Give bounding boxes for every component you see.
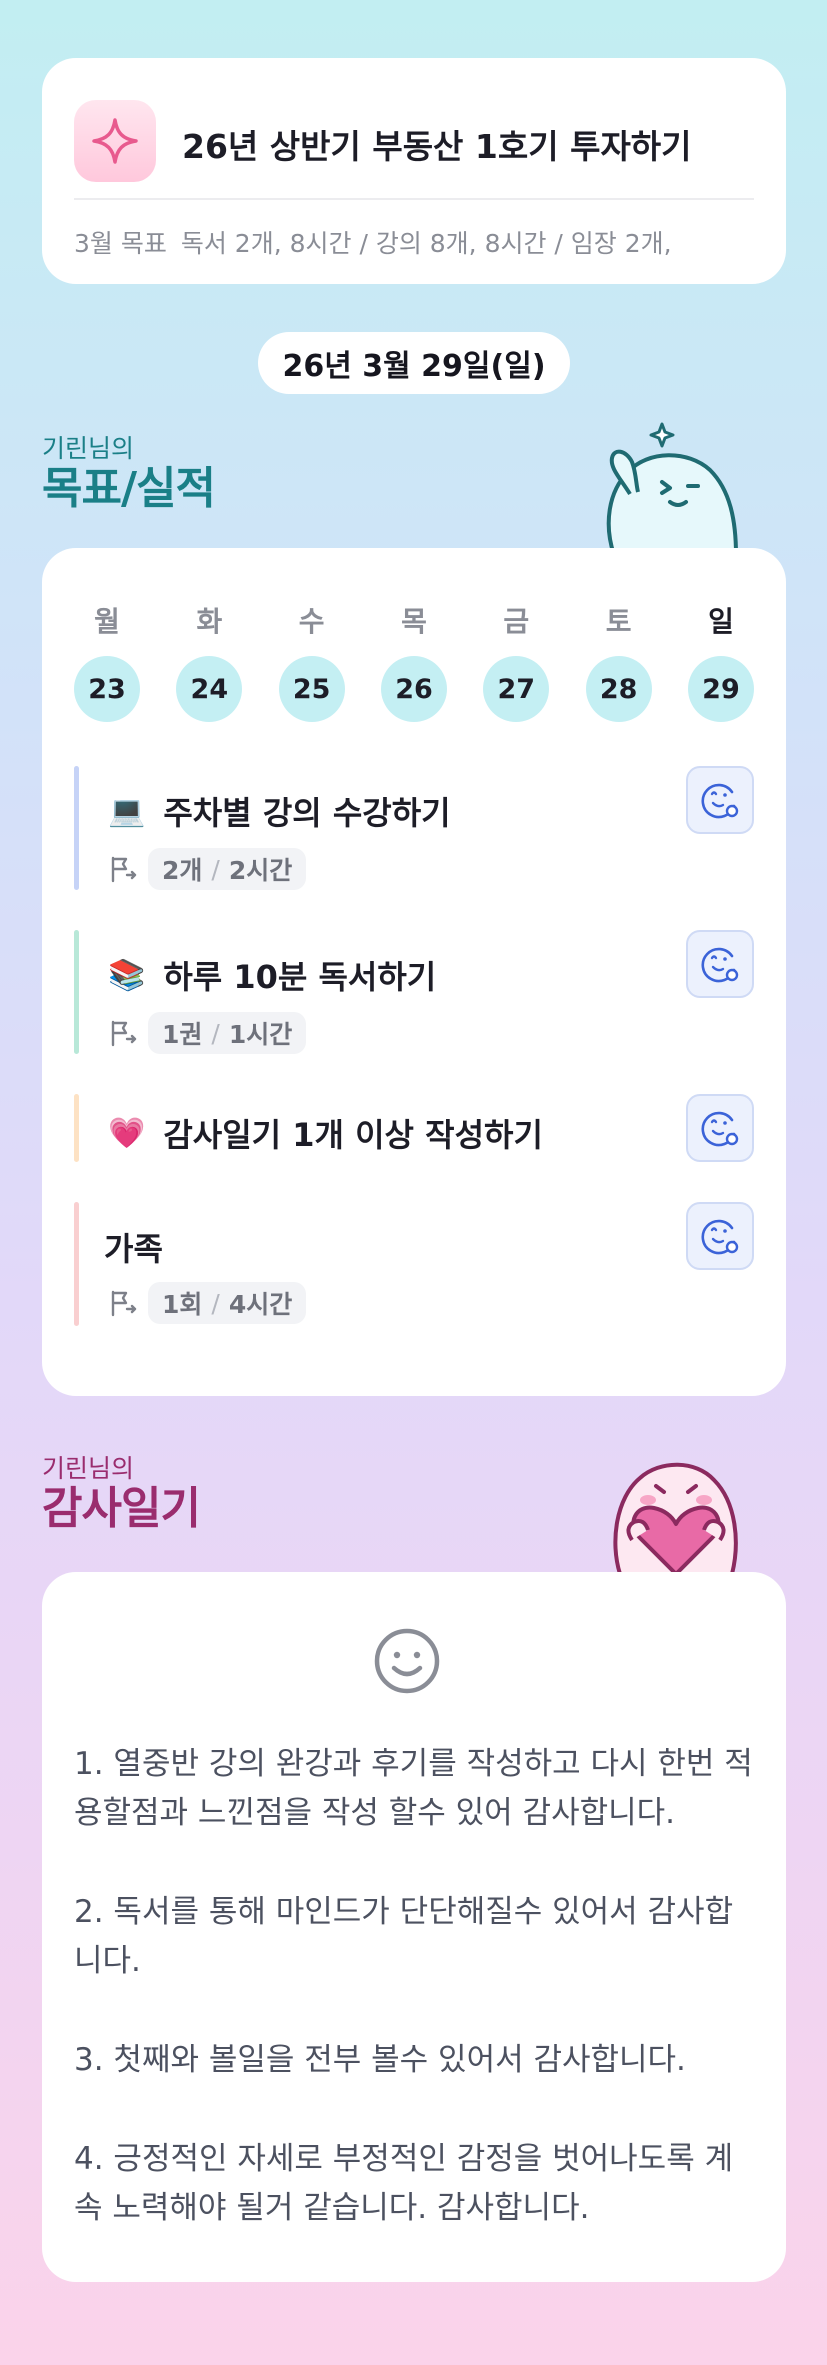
divider <box>74 198 754 200</box>
weekly-goals-card: 월 화 수 목 금 토 일 23 24 25 26 27 28 29 💻 주차별… <box>42 548 786 1396</box>
task-color-bar <box>74 1202 79 1326</box>
flag-icon <box>111 1290 137 1317</box>
gratitude-entry: 4. 긍정적인 자세로 부정적인 감정을 벗어나도록 계속 노력해야 될거 같습… <box>74 2141 734 2226</box>
sparkle-icon <box>74 100 156 182</box>
separator: / <box>211 1018 220 1048</box>
task-progress-chip: 1회 / 4시간 <box>148 1282 307 1324</box>
emoji-react-button[interactable] <box>686 1202 754 1270</box>
task-meta: 1회 / 4시간 <box>108 1282 307 1324</box>
task-color-bar <box>74 766 79 890</box>
task-item[interactable]: 💗 감사일기 1개 이상 작성하기 <box>74 1094 754 1162</box>
task-title: 주차별 강의 수강하기 <box>163 794 451 832</box>
task-meta: 2개 / 2시간 <box>108 848 307 890</box>
month-goal-text: 독서 2개, 8시간 / 강의 8개, 8시간 / 임장 2개, <box>180 229 672 258</box>
day-button[interactable]: 23 <box>74 656 140 722</box>
task-title-row: 💗 감사일기 1개 이상 작성하기 <box>108 1110 543 1156</box>
smile-add-icon <box>701 1111 739 1147</box>
mascot-illustration <box>596 420 756 559</box>
books-icon: 📚 <box>108 957 146 993</box>
task-title: 가족 <box>104 1230 163 1268</box>
task-title-row: 📚 하루 10분 독서하기 <box>108 952 436 998</box>
goals-section-header: 기린님의 목표/실적 <box>42 434 216 514</box>
weekday-dates: 23 24 25 26 27 28 29 <box>74 656 754 722</box>
goal-card[interactable]: 26년 상반기 부동산 1호기 투자하기 3월 목표 독서 2개, 8시간 / 강… <box>42 58 786 284</box>
separator: / <box>211 1288 220 1318</box>
weekday-label: 화 <box>196 605 223 638</box>
weekday-label: 토 <box>605 605 632 638</box>
day-button[interactable]: 24 <box>176 656 243 722</box>
mascot-heart-illustration <box>596 1446 756 1578</box>
smile-icon[interactable] <box>372 1626 442 1700</box>
day-button-selected[interactable]: 29 <box>687 656 754 722</box>
task-meta: 1권 / 1시간 <box>108 1012 307 1054</box>
task-count: 2개 <box>162 856 203 885</box>
task-item[interactable]: 📚 하루 10분 독서하기 1권 / 1시간 <box>74 930 754 1054</box>
gratitude-entries: 1. 열중반 강의 완강과 후기를 작성하고 다시 한번 적용할점과 느낀점을 … <box>74 1740 756 2283</box>
monthly-goal-summary: 3월 목표 독서 2개, 8시간 / 강의 8개, 8시간 / 임장 2개, <box>74 224 672 260</box>
heart-icon: 💗 <box>108 1115 146 1151</box>
task-color-bar <box>74 930 79 1054</box>
flag-icon <box>111 856 137 883</box>
day-button[interactable]: 26 <box>380 656 447 722</box>
day-button[interactable]: 27 <box>483 656 550 722</box>
day-button[interactable]: 25 <box>278 656 345 722</box>
gratitude-journal-card: 1. 열중반 강의 완강과 후기를 작성하고 다시 한번 적용할점과 느낀점을 … <box>42 1572 786 2282</box>
task-title-row: 💻 주차별 강의 수강하기 <box>108 788 451 834</box>
task-color-bar <box>74 1094 79 1162</box>
date-selector[interactable]: 26년 3월 29일(일) <box>258 332 570 394</box>
gratitude-entry: 1. 열중반 강의 완강과 후기를 작성하고 다시 한번 적용할점과 느낀점을 … <box>74 1746 753 1831</box>
task-count: 1권 <box>162 1020 203 1049</box>
weekday-label: 목 <box>401 605 427 638</box>
task-count: 1회 <box>162 1290 203 1319</box>
task-progress-chip: 1권 / 1시간 <box>148 1012 307 1054</box>
smile-add-icon <box>701 947 739 983</box>
separator: / <box>211 854 220 884</box>
task-time: 1시간 <box>228 1020 293 1049</box>
smile-add-icon <box>701 1219 739 1255</box>
task-title: 감사일기 1개 이상 작성하기 <box>163 1116 543 1154</box>
thanks-section-owner: 기린님의 <box>42 1454 135 1483</box>
task-title: 하루 10분 독서하기 <box>163 958 437 996</box>
gratitude-entry: 2. 독서를 통해 마인드가 단단해질수 있어서 감사합니다. <box>74 1894 734 1979</box>
emoji-react-button[interactable] <box>686 766 754 834</box>
weekday-label: 월 <box>94 605 120 638</box>
task-progress-chip: 2개 / 2시간 <box>148 848 307 890</box>
task-item[interactable]: 가족 1회 / 4시간 <box>74 1202 754 1326</box>
goals-section-owner: 기린님의 <box>42 434 135 463</box>
task-time: 4시간 <box>228 1290 293 1319</box>
thanks-section-title: 감사일기 <box>42 1483 201 1534</box>
weekday-label: 수 <box>298 605 325 638</box>
flag-icon <box>111 1020 137 1047</box>
weekday-label-selected: 일 <box>708 605 734 638</box>
weekday-labels: 월 화 수 목 금 토 일 <box>74 600 754 640</box>
emoji-react-button[interactable] <box>686 1094 754 1162</box>
day-button[interactable]: 28 <box>585 656 652 722</box>
month-goal-label: 3월 목표 <box>74 229 167 258</box>
task-time: 2시간 <box>228 856 293 885</box>
task-title-row: 가족 <box>104 1224 163 1270</box>
weekday-label: 금 <box>503 605 530 638</box>
laptop-icon: 💻 <box>108 793 146 829</box>
gratitude-entry: 3. 첫째와 볼일을 전부 볼수 있어서 감사합니다. <box>74 2042 686 2078</box>
thanks-section-header: 기린님의 감사일기 <box>42 1454 201 1534</box>
emoji-react-button[interactable] <box>686 930 754 998</box>
smile-add-icon <box>701 783 739 819</box>
task-item[interactable]: 💻 주차별 강의 수강하기 2개 / 2시간 <box>74 766 754 890</box>
goals-section-title: 목표/실적 <box>42 463 216 514</box>
goal-title: 26년 상반기 부동산 1호기 투자하기 <box>182 127 692 166</box>
